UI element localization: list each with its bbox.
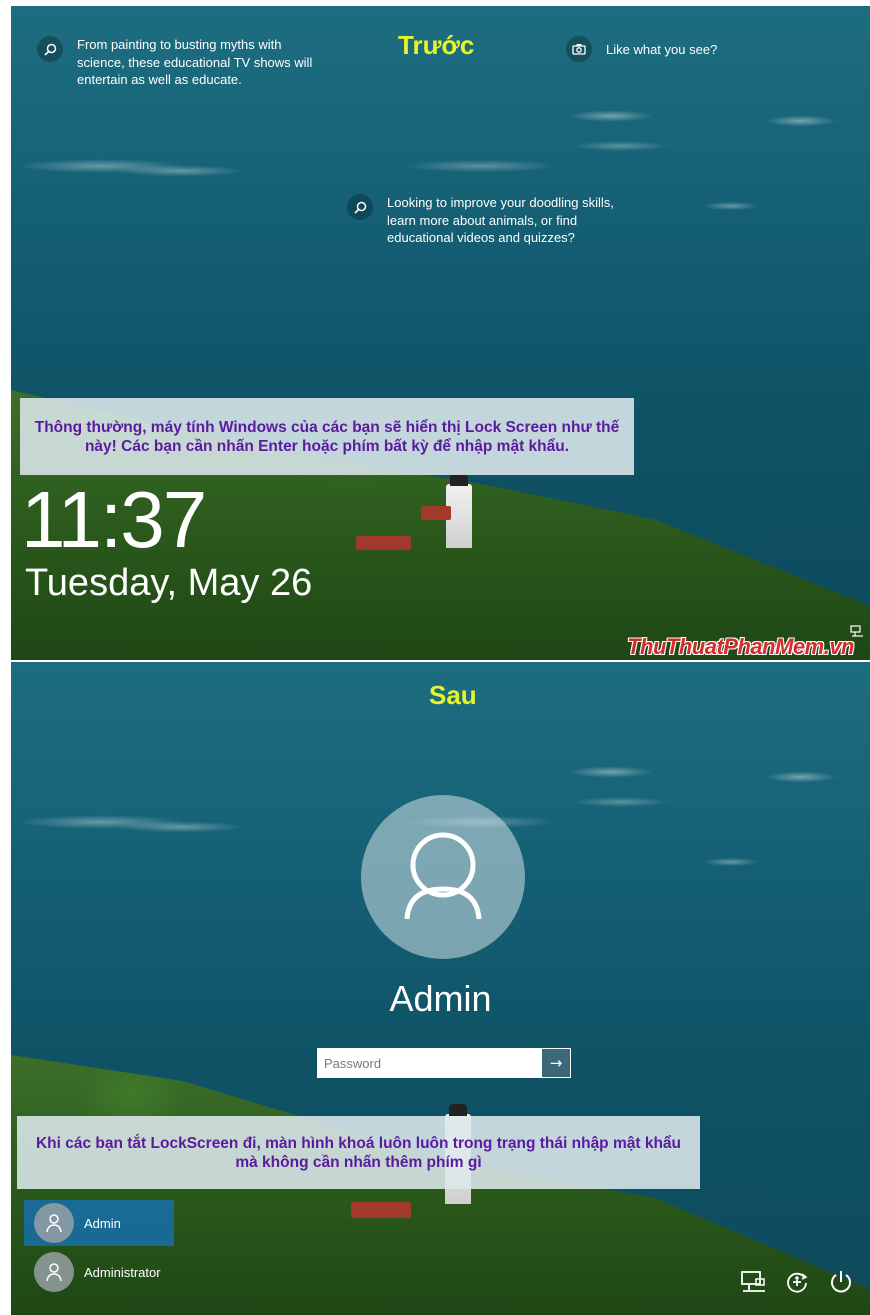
camera-icon	[566, 36, 592, 62]
tip-text: Like what you see?	[606, 42, 718, 57]
tip-text: Looking to improve your doodling skills,…	[387, 195, 614, 245]
house-roof-image	[351, 1202, 411, 1218]
user-list-item-administrator[interactable]: Administrator	[24, 1249, 174, 1295]
password-box: →	[317, 1048, 571, 1078]
house-roof-image	[421, 506, 451, 520]
search-icon	[347, 194, 373, 220]
spotlight-like-prompt[interactable]: Like what you see?	[566, 36, 717, 62]
spotlight-tip-2[interactable]: Looking to improve your doodling skills,…	[347, 194, 627, 247]
user-list-item-admin[interactable]: Admin	[24, 1200, 174, 1246]
user-name: Admin	[84, 1215, 121, 1231]
user-avatar-large	[361, 795, 525, 959]
before-heading: Trước	[398, 30, 475, 60]
lock-screen-after: Sau Admin → Khi các bạn tắt LockScreen đ…	[11, 662, 870, 1315]
clock-time: 11:37	[21, 475, 207, 564]
tip-text: From painting to busting myths with scie…	[77, 37, 313, 87]
house-roof-image	[356, 536, 411, 550]
power-icon[interactable]	[826, 1267, 856, 1297]
user-name: Administrator	[84, 1264, 161, 1280]
password-input[interactable]	[318, 1049, 542, 1077]
submit-password-button[interactable]: →	[542, 1049, 570, 1077]
arrow-right-icon: →	[549, 1054, 563, 1072]
after-heading: Sau	[429, 680, 477, 710]
current-username: Admin	[389, 978, 492, 1019]
watermark-logo: ThuThuatPhanMem.vn	[627, 634, 854, 659]
annotation-box-after: Khi các bạn tắt LockScreen đi, màn hình …	[17, 1116, 700, 1189]
user-icon	[34, 1252, 74, 1292]
annotation-box-before: Thông thường, máy tính Windows của các b…	[20, 398, 634, 475]
lock-screen-before[interactable]: Trước From painting to busting myths wit…	[11, 6, 870, 660]
system-tray	[738, 1267, 856, 1297]
spotlight-tip-1[interactable]: From painting to busting myths with scie…	[37, 36, 317, 89]
user-icon	[34, 1203, 74, 1243]
network-icon[interactable]	[738, 1267, 768, 1297]
accessibility-icon[interactable]	[782, 1267, 812, 1297]
user-icon	[404, 832, 482, 920]
search-icon	[37, 36, 63, 62]
clock-date: Tuesday, May 26	[25, 562, 313, 604]
